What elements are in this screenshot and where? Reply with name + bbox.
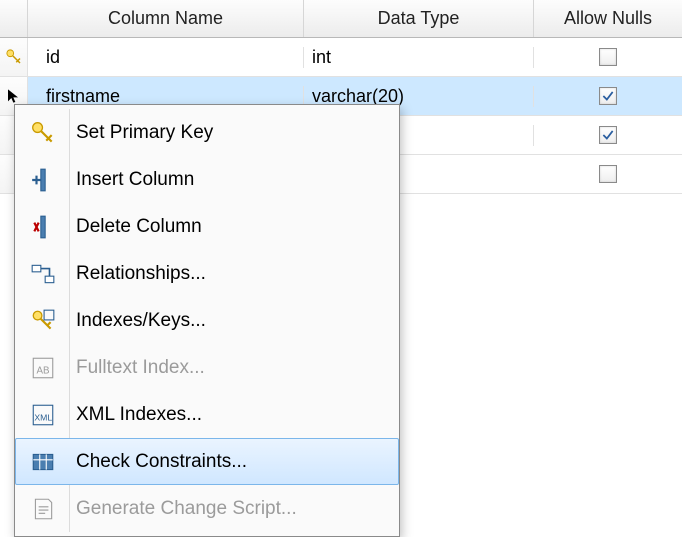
header-data-type[interactable]: Data Type [304, 0, 534, 37]
allow-nulls-cell[interactable] [534, 126, 682, 144]
menu-item-indexes[interactable]: Indexes/Keys... [15, 297, 399, 344]
check-mark-icon [601, 128, 615, 142]
menu-item-label: Delete Column [70, 216, 202, 238]
check-mark-icon [601, 89, 615, 103]
relationships-icon [16, 261, 70, 287]
menu-item-fulltext: Fulltext Index... [15, 344, 399, 391]
header-allow-nulls[interactable]: Allow Nulls [534, 0, 682, 37]
menu-item-label: Set Primary Key [70, 122, 213, 144]
column-name-cell[interactable]: id [28, 47, 304, 68]
grid-header: Column Name Data Type Allow Nulls [0, 0, 682, 38]
allow-nulls-cell[interactable] [534, 165, 682, 183]
header-gutter [0, 0, 28, 37]
allow-nulls-cell[interactable] [534, 87, 682, 105]
allow-nulls-checkbox[interactable] [599, 87, 617, 105]
table-row[interactable]: idint [0, 38, 682, 77]
menu-item-xml[interactable]: XML Indexes... [15, 391, 399, 438]
xml-icon [16, 402, 70, 428]
menu-item-check[interactable]: Check Constraints... [15, 438, 399, 485]
check-icon [16, 449, 70, 475]
menu-item-label: Relationships... [70, 263, 206, 285]
data-type-cell[interactable]: int [304, 47, 534, 68]
menu-item-label: Insert Column [70, 169, 194, 191]
script-icon [16, 496, 70, 522]
key-icon [16, 120, 70, 146]
menu-item-label: Check Constraints... [70, 451, 247, 473]
row-gutter[interactable] [0, 38, 28, 76]
insert-col-icon [16, 167, 70, 193]
allow-nulls-cell[interactable] [534, 48, 682, 66]
menu-item-script: Generate Change Script... [15, 485, 399, 532]
primary-key-icon [5, 48, 23, 66]
menu-item-key[interactable]: Set Primary Key [15, 109, 399, 156]
delete-col-icon [16, 214, 70, 240]
menu-item-insert-col[interactable]: Insert Column [15, 156, 399, 203]
menu-item-label: Generate Change Script... [70, 498, 297, 520]
header-column-name[interactable]: Column Name [28, 0, 304, 37]
menu-item-label: Indexes/Keys... [70, 310, 206, 332]
menu-item-label: Fulltext Index... [70, 357, 205, 379]
menu-item-delete-col[interactable]: Delete Column [15, 203, 399, 250]
allow-nulls-checkbox[interactable] [599, 48, 617, 66]
menu-item-relationships[interactable]: Relationships... [15, 250, 399, 297]
allow-nulls-checkbox[interactable] [599, 165, 617, 183]
menu-item-label: XML Indexes... [70, 404, 202, 426]
row-pointer-icon [6, 88, 22, 104]
indexes-icon [16, 308, 70, 334]
fulltext-icon [16, 355, 70, 381]
allow-nulls-checkbox[interactable] [599, 126, 617, 144]
context-menu: Set Primary Key Insert Column Delete Colum… [14, 104, 400, 537]
